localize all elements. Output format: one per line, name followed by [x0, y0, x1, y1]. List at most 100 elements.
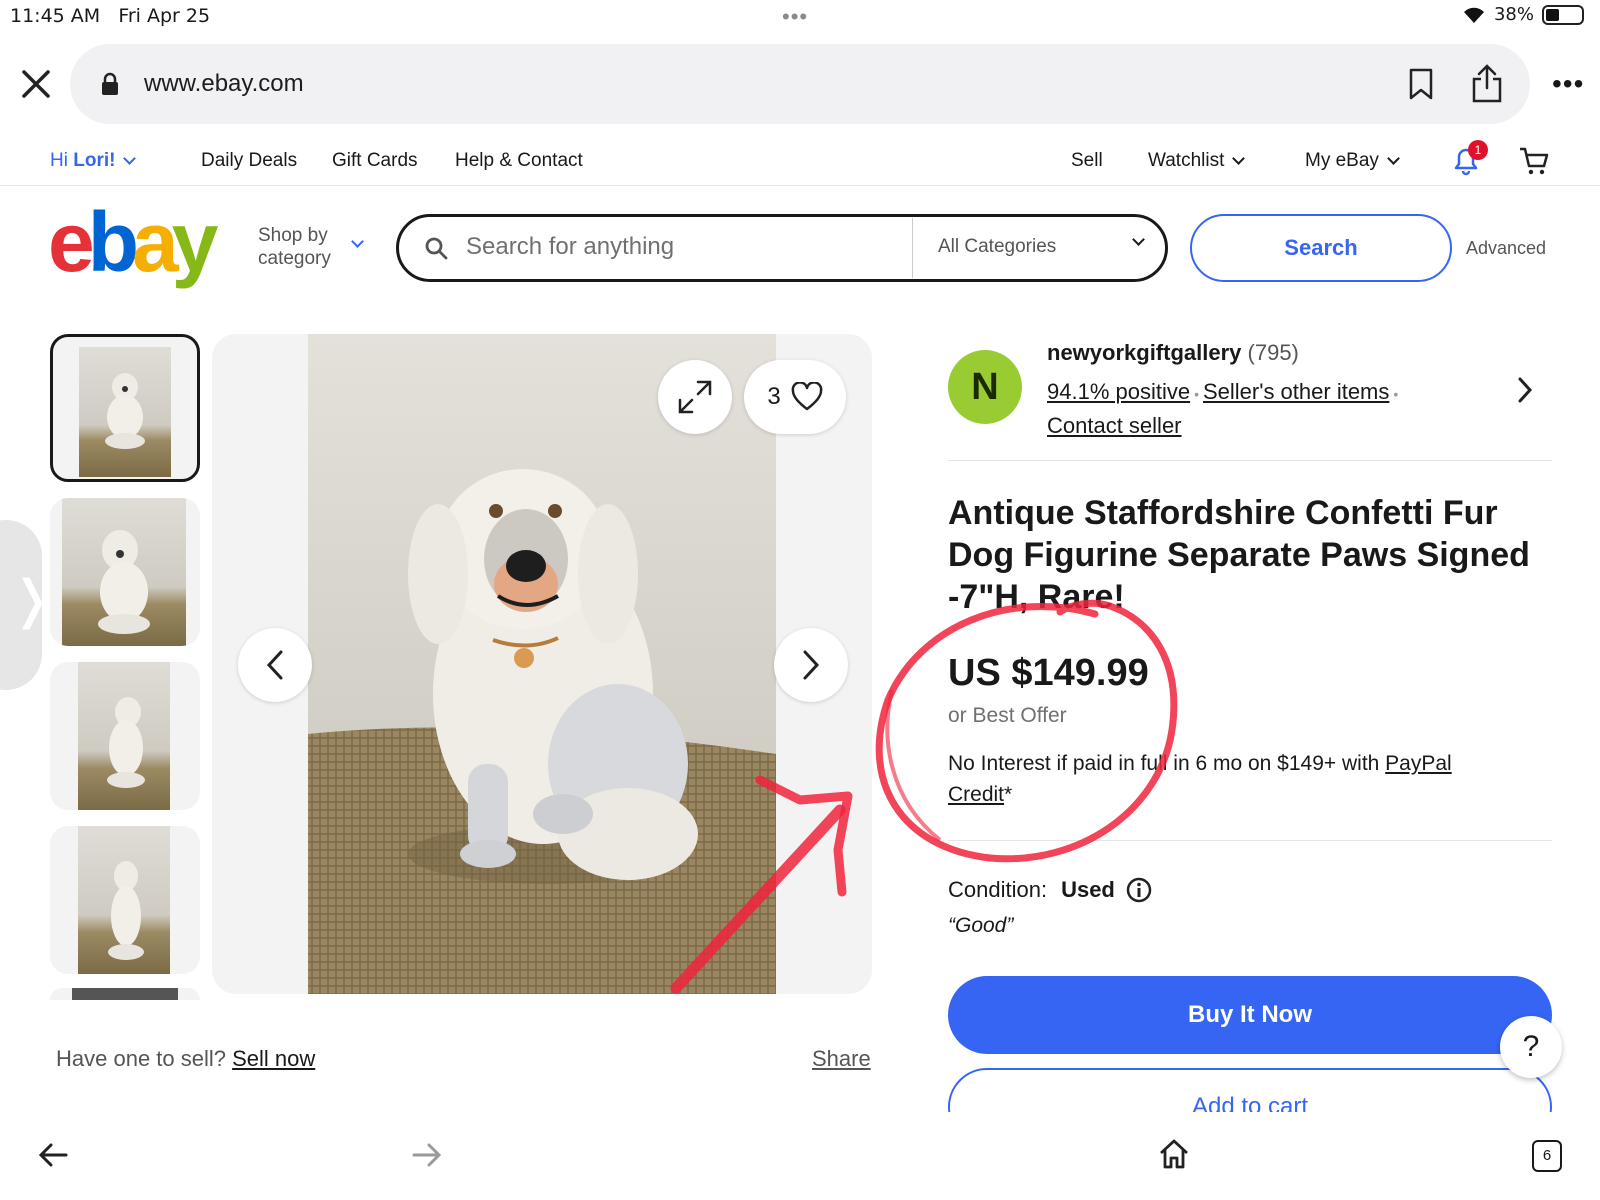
- seller-username: newyorkgiftgallery: [1047, 340, 1242, 365]
- more-options-icon[interactable]: •••: [1552, 68, 1584, 100]
- sell-now-link[interactable]: Sell now: [232, 1046, 315, 1071]
- main-product-image[interactable]: [308, 334, 776, 994]
- multitasking-dots-icon[interactable]: •••: [782, 4, 808, 30]
- my-ebay-label: My eBay: [1305, 150, 1379, 171]
- battery-icon: [1542, 4, 1584, 25]
- expand-icon: [678, 380, 712, 414]
- chevron-down-icon: [351, 235, 364, 248]
- watch-favorite-button[interactable]: 3: [744, 360, 846, 434]
- home-icon[interactable]: [1158, 1138, 1190, 1170]
- thumbnail-5[interactable]: [50, 988, 200, 1000]
- battery-percent: 38%: [1493, 4, 1534, 25]
- url-text[interactable]: www.ebay.com: [144, 70, 304, 98]
- seller-other-items-link[interactable]: Seller's other items: [1203, 379, 1389, 404]
- ebay-top-nav: Hi Lori! Daily Deals Gift Cards Help & C…: [0, 136, 1600, 186]
- chevron-down-icon: [123, 152, 137, 165]
- divider: [948, 460, 1552, 461]
- paypal-link[interactable]: PayPal: [1385, 752, 1452, 775]
- shop-by-line2: category: [258, 248, 331, 269]
- condition-note: “Good”: [948, 914, 1014, 937]
- have-one-to-sell: Have one to sell? Sell now: [56, 1046, 315, 1072]
- nav-my-ebay[interactable]: My eBay: [1305, 150, 1400, 172]
- seller-links: 94.1% positive • Seller's other items • Con…: [1047, 379, 1399, 438]
- share-icon[interactable]: [1470, 64, 1504, 104]
- favorite-count: 3: [767, 383, 781, 410]
- seller-feedback-count: (795): [1247, 340, 1299, 365]
- divider: [948, 840, 1552, 841]
- seller-name[interactable]: newyorkgiftgallery (795): [1047, 340, 1299, 366]
- forward-arrow-icon[interactable]: [412, 1142, 442, 1168]
- positive-feedback-link[interactable]: 94.1% positive: [1047, 379, 1190, 404]
- share-link[interactable]: Share: [812, 1046, 871, 1072]
- greeting-name: Lori!: [73, 150, 116, 171]
- shop-by-category[interactable]: Shop by category: [258, 224, 331, 270]
- expand-image-button[interactable]: [658, 360, 732, 434]
- category-select[interactable]: All Categories: [938, 236, 1056, 258]
- thumbnail-1[interactable]: [50, 334, 200, 482]
- paypal-suffix: *: [1004, 783, 1013, 806]
- search-input[interactable]: [466, 230, 906, 264]
- listing-title: Antique Staffordshire Confetti Fur Dog F…: [948, 494, 1530, 616]
- logo-b: b: [87, 195, 139, 289]
- heart-icon: [791, 382, 823, 411]
- cart-icon[interactable]: [1518, 146, 1550, 176]
- logo-y: y: [171, 195, 219, 289]
- chevron-right-icon[interactable]: [1516, 376, 1534, 404]
- dog-figurine-image: [105, 373, 145, 449]
- lock-icon: [102, 72, 118, 95]
- nav-daily-deals[interactable]: Daily Deals: [201, 150, 297, 172]
- thumbnail-4[interactable]: [50, 826, 200, 974]
- contact-seller-link[interactable]: Contact seller: [1047, 413, 1182, 438]
- chevron-right-icon: [803, 650, 820, 680]
- paypal-credit-link[interactable]: Credit: [948, 783, 1004, 806]
- thumbnail-3[interactable]: [50, 662, 200, 810]
- thumbnail-image: [72, 988, 178, 1000]
- status-clock: 11:45 AM: [10, 5, 101, 27]
- close-icon[interactable]: [18, 66, 54, 102]
- logo-e: e: [48, 195, 95, 289]
- chevron-left-icon: [266, 650, 283, 680]
- buy-it-now-button[interactable]: Buy It Now: [948, 976, 1552, 1054]
- search-icon: [425, 237, 448, 260]
- search-button[interactable]: Search: [1190, 214, 1452, 282]
- status-time: 11:45 AM Fri Apr 25: [10, 5, 210, 27]
- condition-value: Used: [1061, 877, 1115, 902]
- nav-watchlist[interactable]: Watchlist: [1148, 150, 1246, 172]
- dog-figurine-image: [98, 530, 150, 634]
- seller-avatar[interactable]: N: [948, 350, 1022, 424]
- tabs-button[interactable]: 6: [1532, 1140, 1562, 1172]
- logo-a: a: [132, 195, 179, 289]
- nav-gift-cards[interactable]: Gift Cards: [332, 150, 418, 172]
- condition-row: Condition: Used: [948, 876, 1153, 904]
- condition-label: Condition:: [948, 877, 1048, 902]
- category-divider: [912, 218, 913, 278]
- thumbnail-2[interactable]: [50, 498, 200, 646]
- bookmark-icon[interactable]: [1408, 68, 1434, 100]
- chevron-down-icon: [1232, 152, 1246, 165]
- shop-by-line1: Shop by: [258, 225, 328, 246]
- help-button[interactable]: ?: [1500, 1016, 1562, 1078]
- paypal-credit-note: No Interest if paid in full in 6 mo on $…: [948, 748, 1548, 810]
- wifi-icon: [1463, 7, 1484, 23]
- listing-price: US $149.99: [948, 652, 1149, 694]
- status-indicators: 38%: [1462, 4, 1584, 25]
- status-date: Fri Apr 25: [118, 5, 211, 27]
- next-image-button[interactable]: [774, 628, 848, 702]
- nav-help-contact[interactable]: Help & Contact: [455, 150, 583, 172]
- browser-toolbar: [0, 1112, 1600, 1200]
- dog-figurine-image: [108, 861, 144, 960]
- greeting-menu[interactable]: Hi Lori!: [50, 150, 137, 172]
- watchlist-label: Watchlist: [1148, 150, 1225, 171]
- advanced-search-link[interactable]: Advanced: [1466, 238, 1546, 259]
- notification-badge: 1: [1468, 140, 1488, 160]
- ebay-logo[interactable]: ebay: [48, 200, 218, 284]
- greeting-prefix: Hi: [50, 150, 74, 171]
- have-one-label: Have one to sell?: [56, 1046, 226, 1071]
- best-offer-label: or Best Offer: [948, 704, 1067, 727]
- paypal-text: No Interest if paid in full in 6 mo on $…: [948, 752, 1386, 775]
- chevron-right-icon: ❭: [10, 571, 54, 629]
- nav-sell[interactable]: Sell: [1071, 150, 1103, 172]
- previous-image-button[interactable]: [238, 628, 312, 702]
- info-icon[interactable]: [1125, 876, 1153, 904]
- back-arrow-icon[interactable]: [38, 1142, 68, 1168]
